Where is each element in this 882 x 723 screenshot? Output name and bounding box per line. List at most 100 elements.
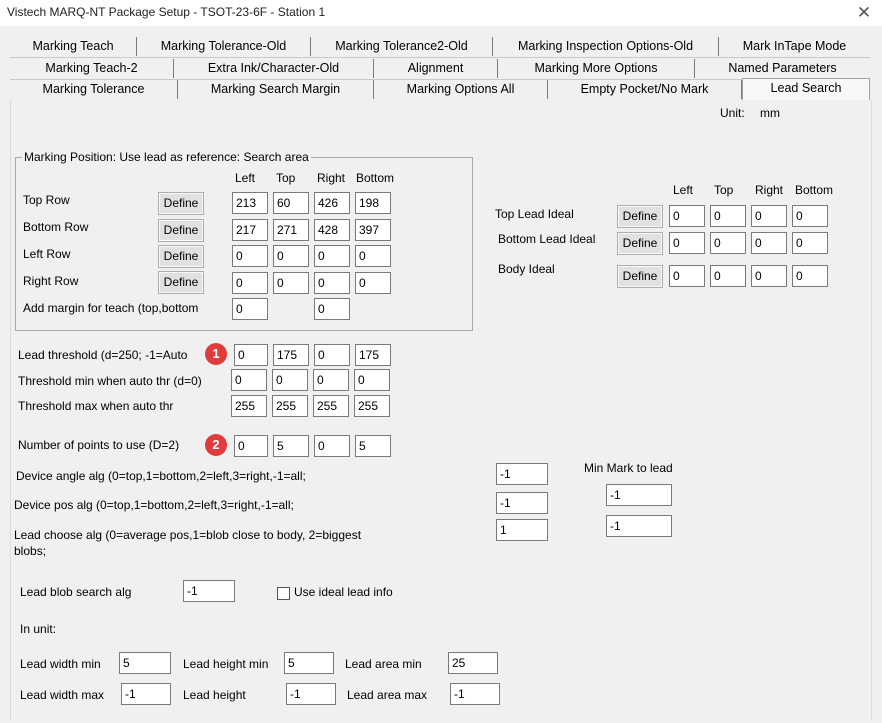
threshold-min-label: Threshold min when auto thr (d=0) <box>18 374 202 388</box>
bottom-lead-ideal-right-input[interactable]: 0 <box>751 232 787 254</box>
lead-width-min-input[interactable]: 5 <box>119 652 171 674</box>
bottom-lead-ideal-top-input[interactable]: 0 <box>710 232 746 254</box>
bottom-lead-ideal-left-input[interactable]: 0 <box>669 232 705 254</box>
points-input-4[interactable]: 5 <box>355 435 391 457</box>
lead-threshold-label: Lead threshold (d=250; -1=Auto <box>18 348 188 362</box>
margin-top-input[interactable]: 0 <box>232 298 268 320</box>
tab-marking-teach[interactable]: Marking Teach <box>10 37 137 56</box>
top-row-top-input[interactable]: 60 <box>273 192 309 214</box>
min-mark-to-lead-input-2[interactable]: -1 <box>606 515 672 537</box>
bottom-row-right-input[interactable]: 428 <box>314 219 350 241</box>
device-pos-alg-input[interactable]: -1 <box>496 492 548 514</box>
top-lead-ideal-left-input[interactable]: 0 <box>669 205 705 227</box>
body-ideal-bottom-input[interactable]: 0 <box>792 265 828 287</box>
threshold-max-label: Threshold max when auto thr <box>18 399 174 413</box>
top-lead-ideal-right-input[interactable]: 0 <box>751 205 787 227</box>
threshold-min-input-2[interactable]: 0 <box>272 369 308 391</box>
min-mark-to-lead-input-1[interactable]: -1 <box>606 484 672 506</box>
lead-area-max-input[interactable]: -1 <box>450 683 500 705</box>
top-lead-ideal-bottom-input[interactable]: 0 <box>792 205 828 227</box>
tab-marking-search-margin[interactable]: Marking Search Margin <box>178 80 374 99</box>
lead-area-min-input[interactable]: 25 <box>448 652 498 674</box>
top-row-right-input[interactable]: 426 <box>314 192 350 214</box>
define-top-lead-ideal-button[interactable]: Define <box>617 205 663 228</box>
unit-value: mm <box>760 106 780 120</box>
lead-blob-search-alg-label: Lead blob search alg <box>20 585 132 599</box>
tab-marking-tolerance-old[interactable]: Marking Tolerance-Old <box>137 37 311 56</box>
points-input-2[interactable]: 5 <box>273 435 309 457</box>
tab-marking-more-options[interactable]: Marking More Options <box>498 59 695 78</box>
tab-marking-options-all[interactable]: Marking Options All <box>374 80 548 99</box>
body-ideal-top-input[interactable]: 0 <box>710 265 746 287</box>
left-row-left-input[interactable]: 0 <box>232 245 268 267</box>
threshold-max-input-3[interactable]: 255 <box>313 395 349 417</box>
tab-marking-tolerance[interactable]: Marking Tolerance <box>10 80 178 99</box>
points-input-3[interactable]: 0 <box>314 435 350 457</box>
lead-height-min-input[interactable]: 5 <box>284 652 334 674</box>
right-row-right-input[interactable]: 0 <box>314 272 350 294</box>
bottom-lead-ideal-bottom-input[interactable]: 0 <box>792 232 828 254</box>
lead-height-label: Lead height <box>183 688 246 702</box>
top-row-left-input[interactable]: 213 <box>232 192 268 214</box>
right-row-label: Right Row <box>23 274 79 288</box>
threshold-max-input-2[interactable]: 255 <box>272 395 308 417</box>
threshold-max-input-4[interactable]: 255 <box>354 395 390 417</box>
tab-extra-ink-character-old[interactable]: Extra Ink/Character-Old <box>174 59 374 78</box>
threshold-min-input-3[interactable]: 0 <box>313 369 349 391</box>
lead-threshold-input-3[interactable]: 0 <box>314 344 350 366</box>
use-ideal-lead-info-checkbox[interactable] <box>277 587 290 600</box>
left-row-top-input[interactable]: 0 <box>273 245 309 267</box>
left-row-right-input[interactable]: 0 <box>314 245 350 267</box>
tab-mark-intape-mode[interactable]: Mark InTape Mode <box>719 37 870 56</box>
bottom-row-top-input[interactable]: 271 <box>273 219 309 241</box>
right-row-left-input[interactable]: 0 <box>232 272 268 294</box>
lead-choose-alg-input[interactable]: 1 <box>496 519 548 541</box>
lead-width-max-input[interactable]: -1 <box>121 683 171 705</box>
define-body-ideal-button[interactable]: Define <box>617 265 663 288</box>
right-row-top-input[interactable]: 0 <box>273 272 309 294</box>
device-angle-alg-label: Device angle alg (0=top,1=bottom,2=left,… <box>16 469 306 483</box>
top-row-bottom-input[interactable]: 198 <box>355 192 391 214</box>
bottom-lead-ideal-label: Bottom Lead Ideal <box>498 232 596 246</box>
lead-threshold-input-1[interactable]: 0 <box>234 344 268 366</box>
body-ideal-left-input[interactable]: 0 <box>669 265 705 287</box>
define-top-row-button[interactable]: Define <box>158 192 204 215</box>
threshold-min-input-4[interactable]: 0 <box>354 369 390 391</box>
device-angle-alg-input[interactable]: -1 <box>496 463 548 485</box>
right-row-bottom-input[interactable]: 0 <box>355 272 391 294</box>
bottom-row-bottom-input[interactable]: 397 <box>355 219 391 241</box>
tab-named-parameters[interactable]: Named Parameters <box>695 59 870 78</box>
tab-alignment[interactable]: Alignment <box>374 59 498 78</box>
tab-lead-search[interactable]: Lead Search <box>742 78 870 100</box>
header-top: Top <box>276 171 296 185</box>
threshold-max-input-1[interactable]: 255 <box>231 395 267 417</box>
window-title: Vistech MARQ-NT Package Setup - TSOT-23-… <box>7 5 326 19</box>
lead-blob-search-alg-input[interactable]: -1 <box>183 580 235 602</box>
lead-area-min-label: Lead area min <box>345 657 422 671</box>
tab-empty-pocket-no-mark[interactable]: Empty Pocket/No Mark <box>548 80 742 99</box>
lead-area-max-label: Lead area max <box>347 688 428 702</box>
points-input-1[interactable]: 0 <box>234 435 268 457</box>
margin-label: Add margin for teach (top,bottom <box>23 301 199 315</box>
bottom-row-left-input[interactable]: 217 <box>232 219 268 241</box>
threshold-min-input-1[interactable]: 0 <box>231 369 267 391</box>
define-left-row-button[interactable]: Define <box>158 245 204 268</box>
tab-marking-inspection-options-old[interactable]: Marking Inspection Options-Old <box>493 37 719 56</box>
tab-marking-teach-2[interactable]: Marking Teach-2 <box>10 59 174 78</box>
define-bottom-row-button[interactable]: Define <box>158 219 204 242</box>
lead-width-max-label: Lead width max <box>20 688 105 702</box>
in-unit-label: In unit: <box>20 622 57 636</box>
close-icon[interactable]: ✕ <box>854 3 874 23</box>
lead-threshold-input-4[interactable]: 175 <box>355 344 391 366</box>
define-right-row-button[interactable]: Define <box>158 271 204 294</box>
lead-threshold-input-2[interactable]: 175 <box>273 344 309 366</box>
lead-height-input[interactable]: -1 <box>286 683 336 705</box>
left-row-bottom-input[interactable]: 0 <box>355 245 391 267</box>
tab-marking-tolerance2-old[interactable]: Marking Tolerance2-Old <box>311 37 493 56</box>
margin-bottom-input[interactable]: 0 <box>314 298 350 320</box>
marker-2: 2 <box>205 434 227 456</box>
marking-position-legend: Marking Position: Use lead as reference:… <box>22 150 311 164</box>
body-ideal-right-input[interactable]: 0 <box>751 265 787 287</box>
top-lead-ideal-top-input[interactable]: 0 <box>710 205 746 227</box>
define-bottom-lead-ideal-button[interactable]: Define <box>617 232 663 255</box>
